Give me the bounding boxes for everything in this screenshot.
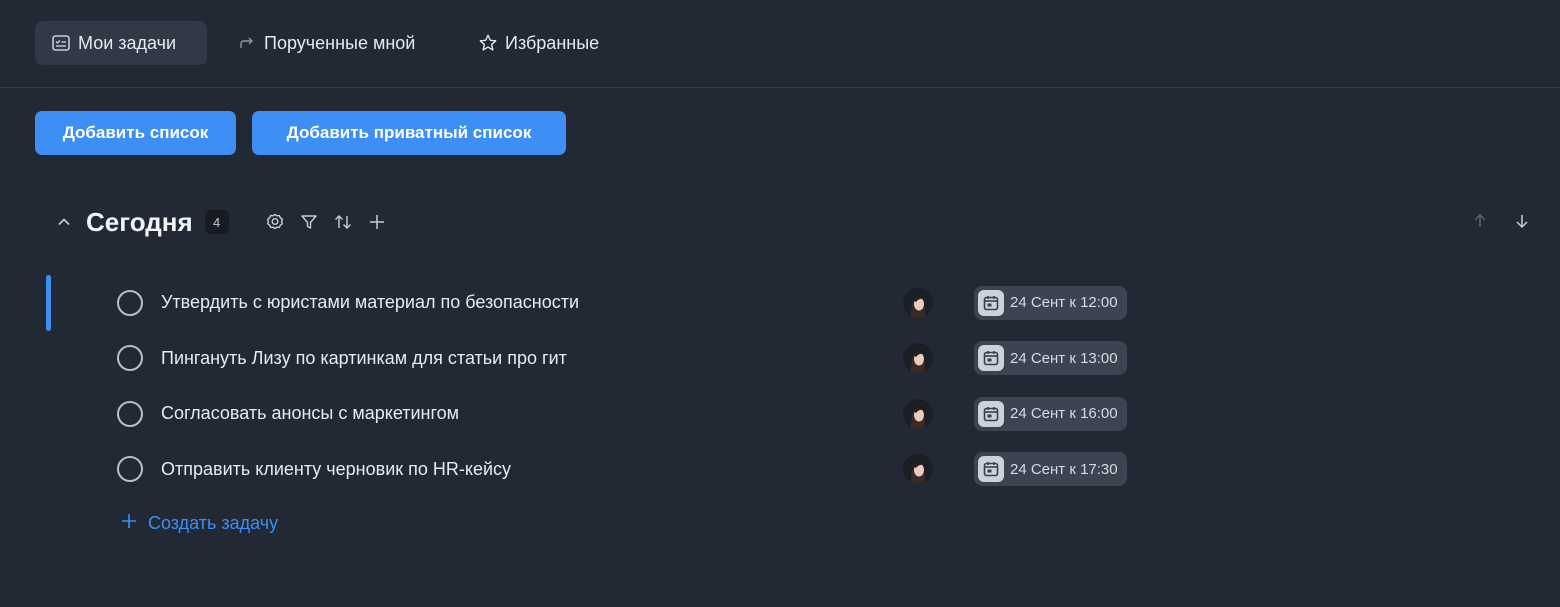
due-date-text: 24 Сент к 16:00 bbox=[1010, 405, 1118, 423]
count-badge: 4 bbox=[204, 210, 229, 234]
sort-icon[interactable] bbox=[331, 210, 355, 234]
arrow-up-icon[interactable] bbox=[1468, 209, 1492, 233]
due-date-chip[interactable]: 24 Сент к 12:00 bbox=[974, 285, 1127, 320]
task-row[interactable]: Согласовать анонсы с маркетингом 24 Сент… bbox=[0, 386, 1560, 442]
tasks-page: Мои задачи Порученные мной Избранные Доб… bbox=[0, 0, 1560, 607]
task-title[interactable]: Утвердить с юристами материал по безопас… bbox=[161, 292, 579, 313]
due-date-chip[interactable]: 24 Сент к 16:00 bbox=[974, 396, 1127, 431]
task-list: Утвердить с юристами материал по безопас… bbox=[0, 275, 1560, 497]
tab-assigned-by-me[interactable]: Порученные мной bbox=[221, 21, 431, 65]
tasks-icon bbox=[51, 33, 71, 53]
task-checkbox[interactable] bbox=[117, 456, 143, 483]
task-checkbox[interactable] bbox=[117, 345, 143, 372]
section-title: Сегодня bbox=[86, 206, 193, 237]
calendar-icon bbox=[978, 400, 1004, 427]
due-date-chip[interactable]: 24 Сент к 17:30 bbox=[974, 452, 1127, 487]
chevron-up-icon[interactable] bbox=[52, 210, 76, 234]
task-checkbox[interactable] bbox=[117, 289, 143, 316]
task-row[interactable]: Пингануть Лизу по картинкам для статьи п… bbox=[0, 331, 1560, 387]
section-header: Сегодня 4 bbox=[52, 200, 389, 244]
calendar-icon bbox=[978, 289, 1004, 316]
active-indicator bbox=[46, 275, 51, 331]
tab-bar: Мои задачи Порученные мной Избранные bbox=[0, 0, 1560, 88]
arrow-down-icon[interactable] bbox=[1510, 209, 1534, 233]
calendar-icon bbox=[978, 345, 1004, 372]
create-task-label: Создать задачу bbox=[148, 513, 279, 533]
task-title[interactable]: Пингануть Лизу по картинкам для статьи п… bbox=[161, 348, 567, 369]
star-icon bbox=[478, 33, 498, 53]
due-date-text: 24 Сент к 13:00 bbox=[1010, 349, 1118, 367]
add-list-button[interactable]: Добавить список bbox=[35, 111, 236, 155]
filter-icon[interactable] bbox=[297, 210, 321, 234]
calendar-icon bbox=[978, 456, 1004, 483]
section-nav bbox=[1468, 209, 1534, 233]
tab-favorites[interactable]: Избранные bbox=[462, 21, 615, 65]
plus-icon bbox=[120, 512, 138, 535]
task-checkbox[interactable] bbox=[117, 400, 143, 427]
tab-my-tasks[interactable]: Мои задачи bbox=[35, 21, 207, 65]
tab-label: Избранные bbox=[505, 32, 600, 53]
avatar[interactable] bbox=[903, 287, 933, 318]
add-private-list-button[interactable]: Добавить приватный список bbox=[252, 111, 566, 155]
due-date-text: 24 Сент к 12:00 bbox=[1010, 294, 1118, 312]
due-date-text: 24 Сент к 17:30 bbox=[1010, 460, 1118, 478]
create-task-button[interactable]: Создать задачу bbox=[120, 512, 278, 535]
avatar[interactable] bbox=[903, 343, 933, 374]
task-title[interactable]: Согласовать анонсы с маркетингом bbox=[161, 403, 459, 424]
tab-label: Порученные мной bbox=[264, 32, 416, 53]
task-row[interactable]: Утвердить с юристами материал по безопас… bbox=[0, 275, 1560, 331]
plus-icon[interactable] bbox=[365, 210, 389, 234]
avatar[interactable] bbox=[903, 454, 933, 485]
section-tools bbox=[263, 210, 389, 234]
tab-label: Мои задачи bbox=[78, 32, 177, 53]
due-date-chip[interactable]: 24 Сент к 13:00 bbox=[974, 341, 1127, 376]
forward-arrow-icon bbox=[237, 33, 257, 53]
task-row[interactable]: Отправить клиенту черновик по HR-кейсу 2… bbox=[0, 442, 1560, 498]
settings-gear-icon[interactable] bbox=[263, 210, 287, 234]
avatar[interactable] bbox=[903, 398, 933, 429]
task-title[interactable]: Отправить клиенту черновик по HR-кейсу bbox=[161, 459, 511, 480]
